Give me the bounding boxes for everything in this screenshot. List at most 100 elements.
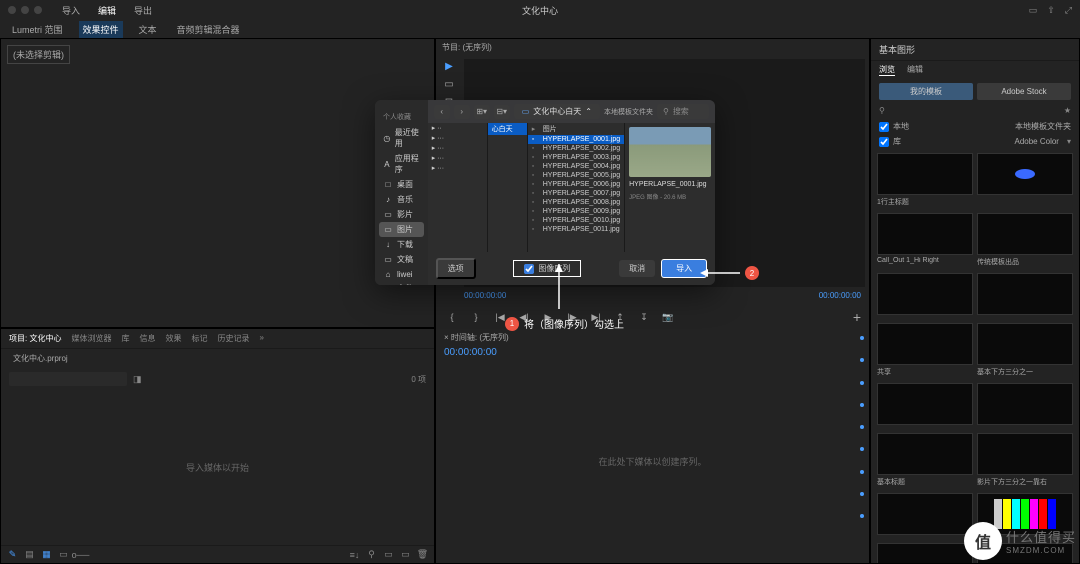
template-item[interactable]: 传统模板出品 [977, 213, 1073, 267]
new-bin-icon[interactable]: ▭ [383, 549, 394, 560]
tab-edit-graphics[interactable]: 编辑 [907, 64, 923, 76]
file-item[interactable]: ▫HYPERLAPSE_0006.jpg [528, 180, 624, 189]
workspace-tab-edit[interactable]: 编辑 [98, 4, 116, 17]
column-item[interactable]: ▸ ··· [428, 133, 487, 143]
tab-info[interactable]: 信息 [139, 333, 155, 344]
image-sequence-checkbox[interactable] [524, 264, 534, 274]
sidebar-item[interactable]: ▭影片 [379, 207, 424, 222]
mark-out-icon[interactable]: } [468, 309, 484, 325]
tab-media-browser[interactable]: 媒体浏览器 [71, 333, 111, 344]
maximize-window-button[interactable] [34, 6, 42, 14]
location-dropdown[interactable]: ▭ 文化中心白天 ⌃ [514, 104, 600, 119]
add-marker-icon[interactable]: + [853, 309, 861, 325]
tab-markers[interactable]: 标记 [191, 333, 207, 344]
export-frame-icon[interactable]: 📷 [660, 309, 676, 325]
column-item[interactable]: ▸ ··· [428, 163, 487, 173]
group-icon[interactable]: ⊟▾ [494, 105, 510, 119]
view-mode-icon[interactable]: ⊞▾ [474, 105, 490, 119]
template-item[interactable]: 1行主标题 [877, 153, 973, 207]
favorite-icon[interactable]: ★ [1064, 106, 1071, 115]
tab-text[interactable]: 文本 [135, 21, 161, 38]
column-item[interactable]: ▸ ··· [428, 153, 487, 163]
column-2-item[interactable]: 心白天 [488, 123, 527, 135]
file-item[interactable]: ▫HYPERLAPSE_0004.jpg [528, 162, 624, 171]
column-item[interactable]: ▸ ·· [428, 123, 487, 133]
extract-icon[interactable]: ↧ [636, 309, 652, 325]
tab-library[interactable]: 库 [121, 333, 129, 344]
file-item[interactable]: ▫HYPERLAPSE_0007.jpg [528, 189, 624, 198]
template-item[interactable] [977, 273, 1073, 317]
close-window-button[interactable] [8, 6, 16, 14]
sidebar-item[interactable]: □桌面 [379, 177, 424, 192]
options-button[interactable]: 选项 [436, 258, 476, 279]
file-list[interactable]: ▸图片▫HYPERLAPSE_0001.jpg▫HYPERLAPSE_0002.… [528, 123, 625, 252]
share-icon[interactable]: ⇧ [1047, 5, 1055, 16]
timecode-in[interactable]: 00:00:00:00 [464, 291, 506, 305]
minimize-window-button[interactable] [21, 6, 29, 14]
icon-view-icon[interactable]: ▦ [41, 549, 52, 560]
sidebar-item[interactable]: ⌂liwei [379, 267, 424, 281]
tab-browse[interactable]: 浏览 [879, 64, 895, 76]
file-item[interactable]: ▫HYPERLAPSE_0003.jpg [528, 153, 624, 162]
tab-lumetri[interactable]: Lumetri 范围 [8, 21, 67, 38]
file-item[interactable]: ▸图片 [528, 123, 624, 135]
selection-tool-icon[interactable]: ▶ [440, 59, 458, 73]
find-icon[interactable]: ⚲ [366, 549, 377, 560]
filter-icon[interactable]: ◨ [133, 374, 142, 385]
workspace-tab-export[interactable]: 导出 [134, 4, 152, 17]
workspace-icon[interactable]: ▭ [1029, 5, 1038, 16]
template-item[interactable] [977, 383, 1073, 427]
tab-history[interactable]: 历史记录 [217, 333, 249, 344]
tab-effect-controls[interactable]: 效果控件 [79, 21, 123, 38]
column-1[interactable]: ▸ ··▸ ···▸ ···▸ ···▸ ··· [428, 123, 488, 252]
cancel-button[interactable]: 取消 [619, 260, 655, 277]
image-sequence-checkbox-wrap[interactable]: 图像序列 [513, 260, 581, 277]
template-item[interactable] [877, 493, 973, 537]
file-item[interactable]: ▫HYPERLAPSE_0011.jpg [528, 225, 624, 234]
fullscreen-icon[interactable]: ⤢ [1065, 5, 1072, 16]
dialog-search[interactable]: ⚲ 搜索 [657, 104, 709, 119]
template-item[interactable] [877, 383, 973, 427]
template-item[interactable] [877, 273, 973, 317]
file-item[interactable]: ▫HYPERLAPSE_0005.jpg [528, 171, 624, 180]
media-drop-zone[interactable]: 导入媒体以开始 [1, 390, 434, 545]
pen-icon[interactable]: ✎ [7, 549, 18, 560]
template-item[interactable]: 基本标题 [877, 433, 973, 487]
sidebar-item[interactable]: ▭图片 [379, 222, 424, 237]
my-templates-button[interactable]: 我的模板 [879, 83, 973, 100]
template-item[interactable]: Call_Out 1_Hi Right [877, 213, 973, 267]
sidebar-item[interactable]: ▭文件 [379, 281, 424, 285]
sidebar-item[interactable]: ◷最近使用 [379, 125, 424, 151]
nav-fwd-icon[interactable]: › [454, 105, 470, 119]
file-item[interactable]: ▫HYPERLAPSE_0008.jpg [528, 198, 624, 207]
column-item[interactable]: ▸ ··· [428, 143, 487, 153]
list-view-icon[interactable]: ▤ [24, 549, 35, 560]
timeline-header-label[interactable]: × 时间轴: (无序列) [444, 332, 509, 343]
file-item[interactable]: ▫HYPERLAPSE_0010.jpg [528, 216, 624, 225]
template-item[interactable] [977, 153, 1073, 207]
template-item[interactable]: 基本下方三分之一 [977, 323, 1073, 377]
panel-menu-icon[interactable]: » [259, 333, 263, 344]
timeline-drop-zone[interactable]: 在此处下媒体以创建序列。 [436, 360, 869, 563]
dropdown-icon[interactable]: ▾ [1067, 137, 1071, 146]
trash-icon[interactable]: 🗑 [417, 549, 428, 560]
search-templates-icon[interactable]: ⚲ [879, 106, 885, 115]
sidebar-item[interactable]: ♪音乐 [379, 192, 424, 207]
library-checkbox[interactable] [879, 137, 889, 147]
template-item[interactable]: 影片下方三分之一靠后两行 [877, 543, 973, 563]
mark-in-icon[interactable]: { [444, 309, 460, 325]
freeform-view-icon[interactable]: ▭ [58, 549, 69, 560]
tab-effects[interactable]: 效果 [165, 333, 181, 344]
sidebar-item[interactable]: ↓下载 [379, 237, 424, 252]
timeline-timecode[interactable]: 00:00:00:00 [436, 345, 869, 360]
file-item[interactable]: ▫HYPERLAPSE_0002.jpg [528, 144, 624, 153]
timecode-out[interactable]: 00:00:00:00 [819, 291, 861, 305]
adobe-stock-button[interactable]: Adobe Stock [977, 83, 1071, 100]
sidebar-item[interactable]: A应用程序 [379, 151, 424, 177]
project-search-input[interactable] [9, 372, 127, 386]
file-item[interactable]: ▫HYPERLAPSE_0009.jpg [528, 207, 624, 216]
sidebar-item[interactable]: ▭文稿 [379, 252, 424, 267]
template-item[interactable]: 共享 [877, 323, 973, 377]
local-templates-checkbox[interactable] [879, 122, 889, 132]
file-item[interactable]: ▫HYPERLAPSE_0001.jpg [528, 135, 624, 144]
